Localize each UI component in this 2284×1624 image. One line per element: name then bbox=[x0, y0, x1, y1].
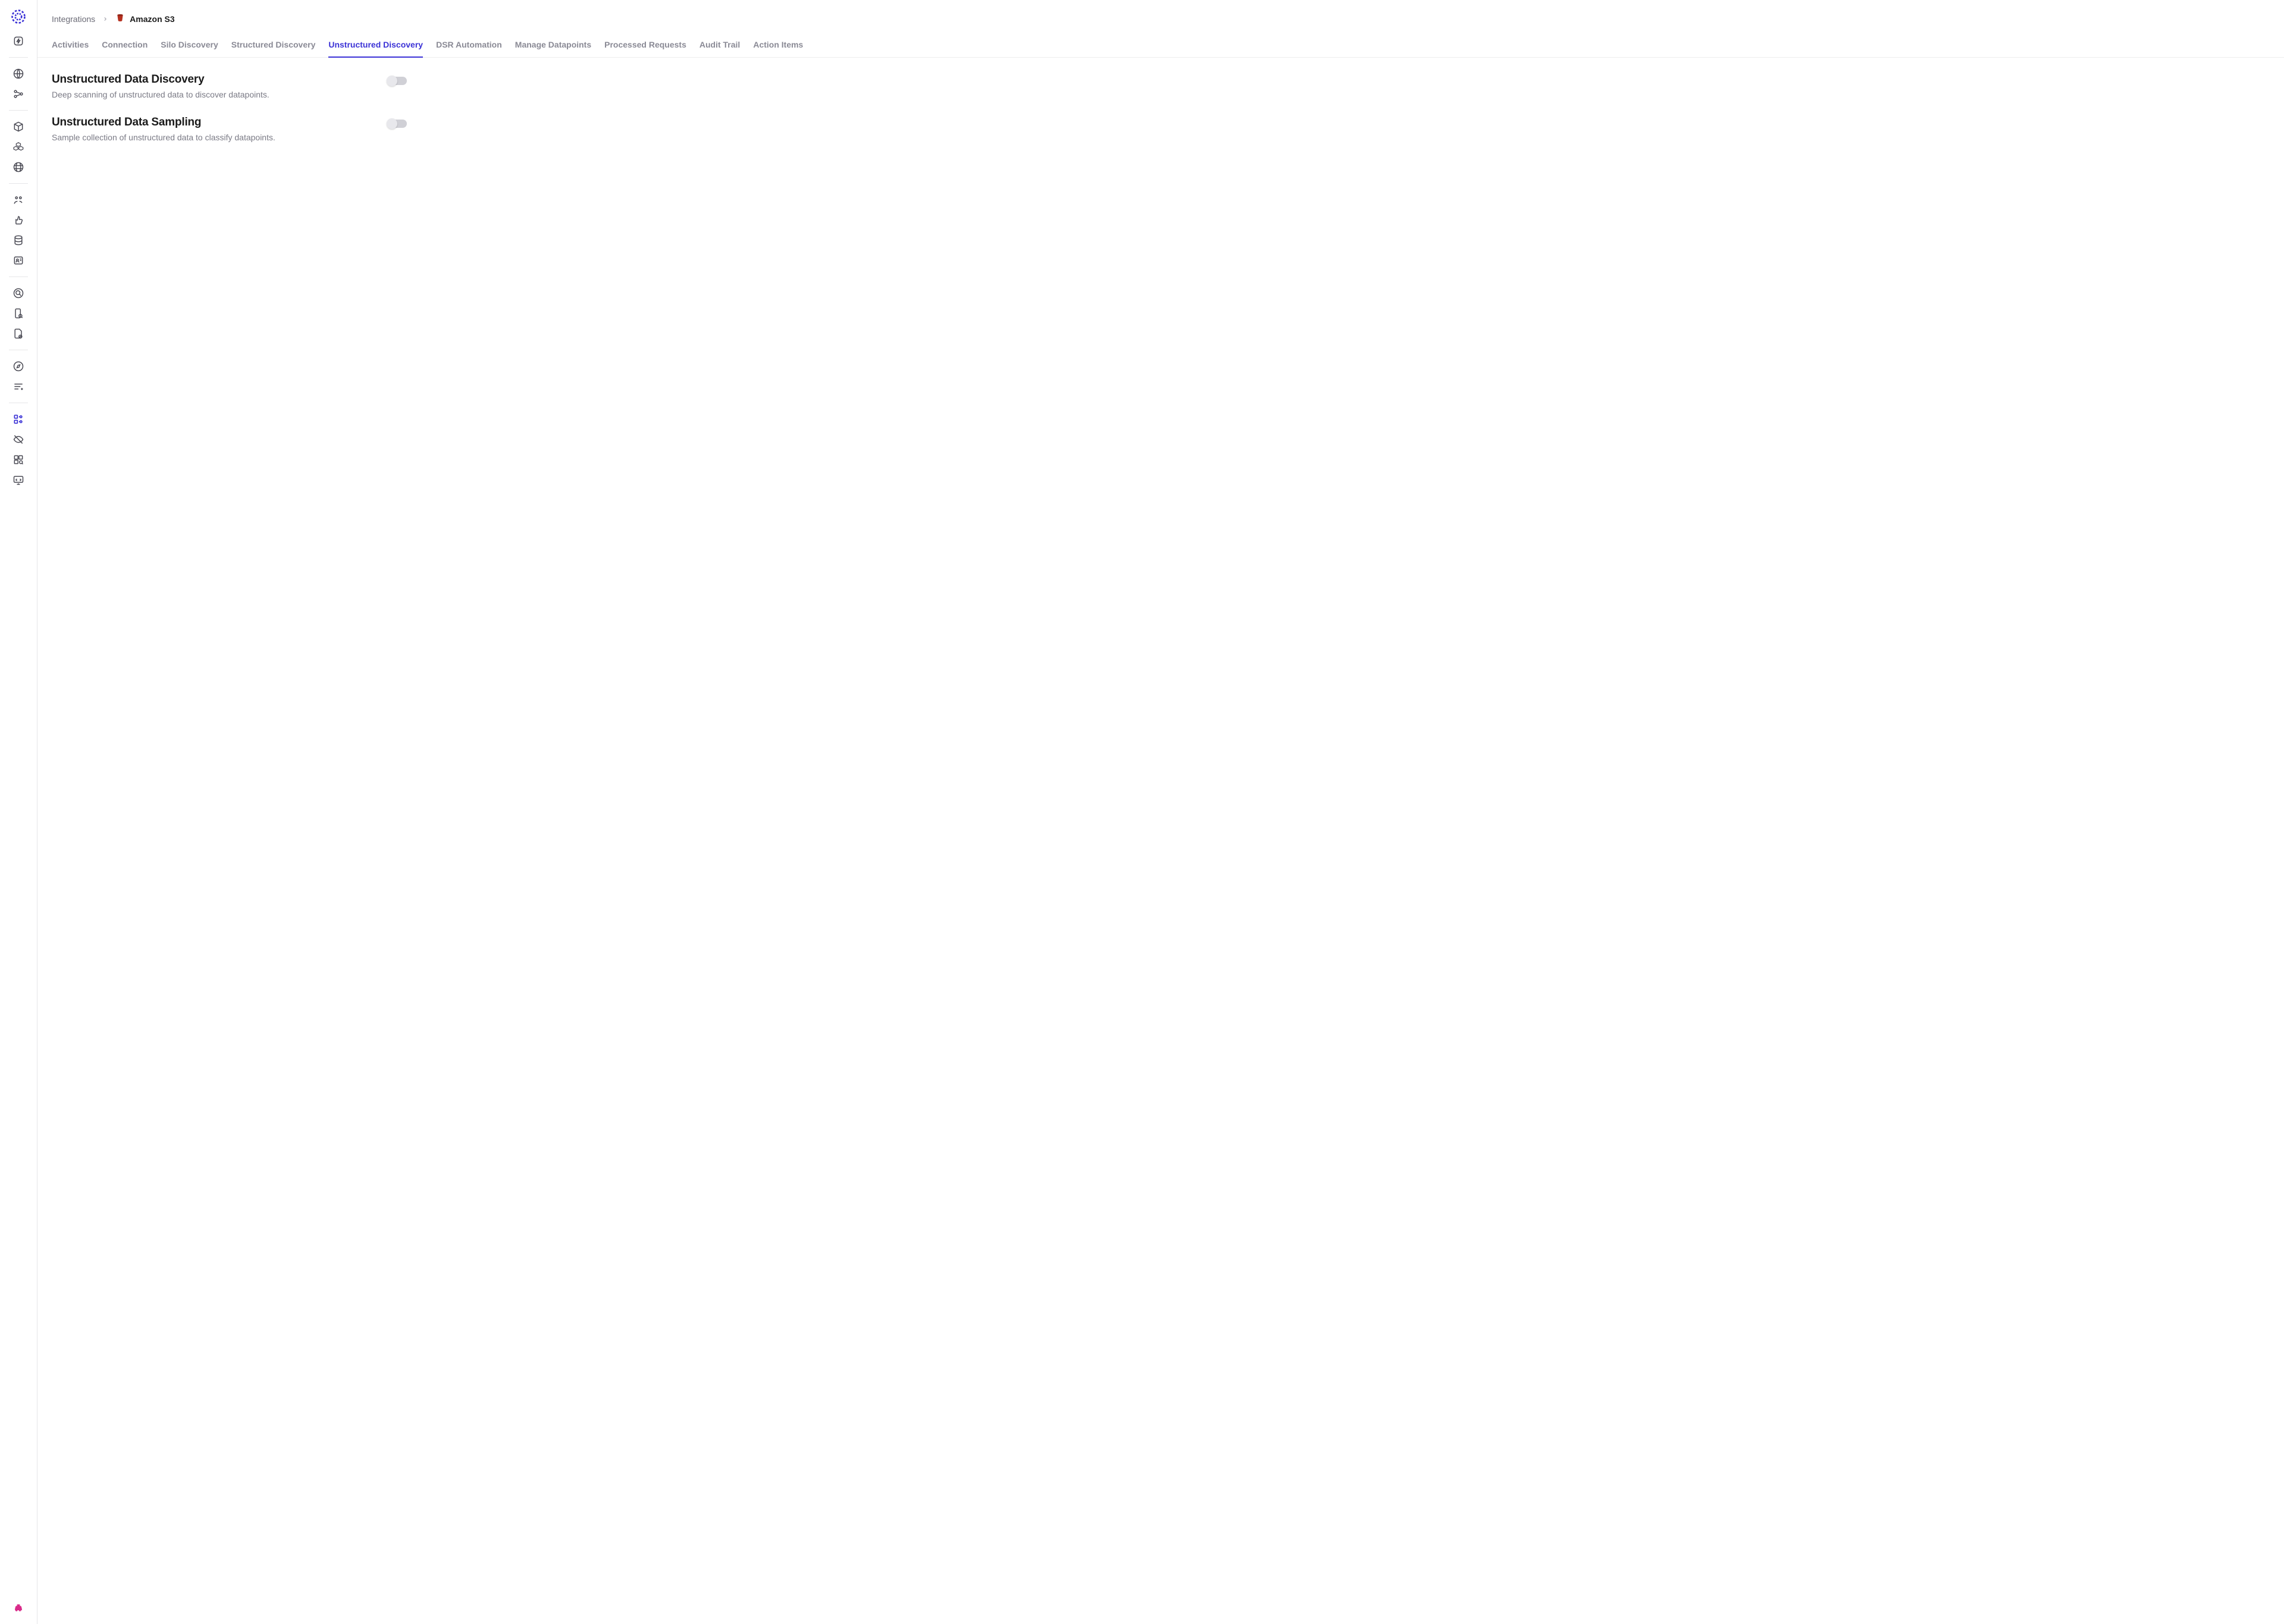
amazon-s3-icon bbox=[115, 13, 125, 24]
setting-unstructured-sampling: Unstructured Data Sampling Sample collec… bbox=[52, 112, 737, 155]
sidebar-separator bbox=[9, 183, 28, 184]
tab-unstructured-discovery[interactable]: Unstructured Discovery bbox=[328, 34, 423, 58]
toggle-unstructured-discovery[interactable] bbox=[388, 77, 407, 85]
code-monitor-icon[interactable] bbox=[12, 474, 24, 486]
share-nodes-icon[interactable] bbox=[12, 88, 24, 100]
thumbs-up-icon[interactable] bbox=[12, 214, 24, 226]
toggle-knob bbox=[387, 76, 397, 86]
sidebar bbox=[0, 0, 37, 1624]
breadcrumb: Integrations Amazon S3 bbox=[37, 0, 2284, 34]
breadcrumb-current: Amazon S3 bbox=[115, 13, 174, 24]
tab-dsr-automation[interactable]: DSR Automation bbox=[436, 34, 502, 58]
globe-icon[interactable] bbox=[12, 68, 24, 80]
compass-icon[interactable] bbox=[12, 360, 24, 372]
tabs: Activities Connection Silo Discovery Str… bbox=[37, 34, 2284, 58]
tab-structured-discovery[interactable]: Structured Discovery bbox=[231, 34, 316, 58]
plugin-icon[interactable] bbox=[12, 454, 24, 466]
breadcrumb-root[interactable]: Integrations bbox=[52, 14, 95, 24]
sidebar-separator bbox=[9, 57, 28, 58]
chevron-right-icon bbox=[102, 14, 108, 24]
setting-description: Deep scanning of unstructured data to di… bbox=[52, 90, 376, 99]
app-logo[interactable] bbox=[10, 8, 27, 25]
tab-audit-trail[interactable]: Audit Trail bbox=[699, 34, 740, 58]
setting-title: Unstructured Data Discovery bbox=[52, 73, 376, 86]
file-blocked-icon[interactable] bbox=[12, 328, 24, 340]
tab-silo-discovery[interactable]: Silo Discovery bbox=[161, 34, 218, 58]
setting-description: Sample collection of unstructured data t… bbox=[52, 133, 376, 142]
globe-lines-icon[interactable] bbox=[12, 161, 24, 173]
setting-unstructured-discovery: Unstructured Data Discovery Deep scannin… bbox=[52, 70, 737, 112]
toggle-unstructured-sampling[interactable] bbox=[388, 120, 407, 128]
database-icon[interactable] bbox=[12, 234, 24, 246]
toggle-knob bbox=[387, 118, 397, 129]
tab-processed-requests[interactable]: Processed Requests bbox=[604, 34, 686, 58]
lightning-icon[interactable] bbox=[12, 35, 24, 47]
phone-search-icon[interactable] bbox=[12, 307, 24, 319]
cube-icon[interactable] bbox=[12, 121, 24, 133]
user-share-icon[interactable] bbox=[12, 194, 24, 206]
tab-activities[interactable]: Activities bbox=[52, 34, 89, 58]
setting-title: Unstructured Data Sampling bbox=[52, 116, 376, 129]
settings-panel: Unstructured Data Discovery Deep scannin… bbox=[37, 58, 751, 167]
main-content: Integrations Amazon S3 Activities Connec… bbox=[37, 0, 2284, 1624]
tab-connection[interactable]: Connection bbox=[102, 34, 148, 58]
car-icon[interactable] bbox=[12, 1601, 24, 1613]
eye-off-icon[interactable] bbox=[12, 434, 24, 445]
cubes-icon[interactable] bbox=[12, 141, 24, 153]
list-filter-icon[interactable] bbox=[12, 381, 24, 392]
id-card-icon[interactable] bbox=[12, 255, 24, 266]
grid-tiles-icon[interactable] bbox=[12, 413, 24, 425]
search-doc-icon[interactable] bbox=[12, 287, 24, 299]
tab-manage-datapoints[interactable]: Manage Datapoints bbox=[515, 34, 591, 58]
sidebar-separator bbox=[9, 110, 28, 111]
tab-action-items[interactable]: Action Items bbox=[753, 34, 803, 58]
breadcrumb-current-label: Amazon S3 bbox=[130, 14, 174, 24]
